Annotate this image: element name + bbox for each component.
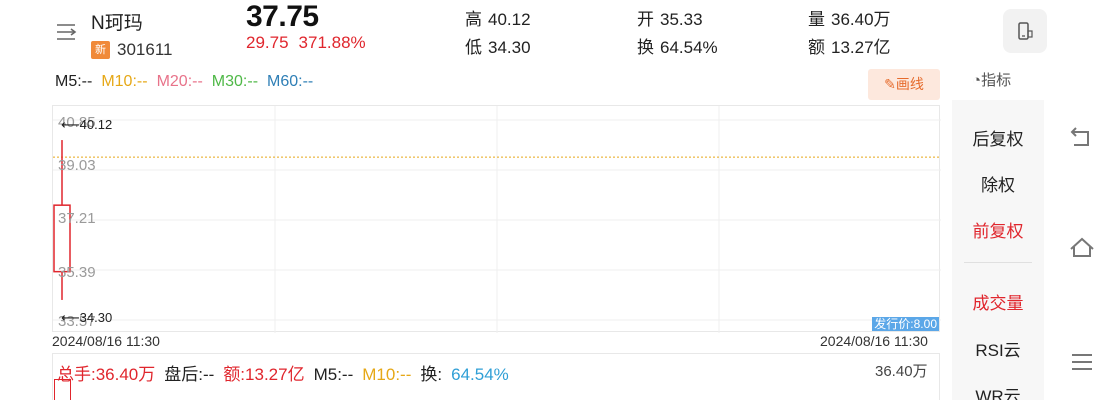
change-amount: 29.75 (246, 33, 289, 52)
volume-turnover-value: 64.54% (451, 365, 509, 384)
stat-value: 34.30 (488, 38, 531, 57)
stat-high: 高 40.12 (465, 5, 531, 30)
change-percent: 371.88% (298, 33, 366, 52)
volume-amount: 额:13.27亿 (223, 365, 305, 384)
chart-options-sidebar: 后复权 除权 前复权 成交量 RSI云 WR云 (952, 100, 1044, 400)
end-date: 2024/08/16 11:30 (820, 333, 928, 349)
stat-label: 量 (808, 10, 825, 29)
volume-legend: 总手:36.40万 盘后:-- 额:13.27亿 M5:-- M10:-- 换: 64.54… (57, 360, 527, 385)
start-date: 2024/08/16 11:30 (52, 333, 160, 349)
rotate-screen-button[interactable] (1003, 9, 1047, 53)
y-tick: 37.21 (58, 210, 96, 227)
sidebar-item-volume[interactable]: 成交量 (952, 289, 1044, 314)
stat-value: 64.54% (660, 38, 718, 57)
kline-chart[interactable]: 40.85 39.03 37.21 35.39 33.57 ⟵40.12 ⟵34… (52, 105, 941, 333)
stat-label: 换 (637, 38, 654, 57)
after-hours: 盘后:-- (164, 365, 215, 384)
low-price-value: 34.30 (79, 310, 113, 325)
ma-legend: M5:-- M10:-- M20:-- M30:-- M60:-- (55, 73, 322, 91)
y-tick: 39.03 (58, 157, 96, 174)
stat-value: 13.27亿 (831, 38, 891, 57)
gauge-icon: ◔ (972, 72, 982, 89)
ma5-label: M5:-- (55, 73, 93, 90)
recent-apps-icon[interactable] (1068, 348, 1096, 376)
volume-turnover: 换: 64.54% (420, 365, 517, 384)
total-hands: 总手:36.40万 (57, 365, 156, 384)
stat-label: 低 (465, 38, 482, 57)
stat-open: 开 35.33 (637, 5, 703, 30)
high-price-label: ⟵40.12 (61, 117, 113, 132)
sidebar-item-ex-rights[interactable]: 除权 (952, 171, 1044, 196)
quote-header: N珂玛 新 301611 37.75 29.75 371.88% 高 40.12 低… (0, 0, 1060, 64)
indicator-label: 指标 (981, 72, 1012, 89)
stat-volume: 量 36.40万 (808, 5, 891, 30)
stock-code: 301611 (117, 40, 173, 59)
high-price-value: 40.12 (79, 117, 113, 132)
stock-name: N珂玛 (91, 13, 143, 34)
price-change: 29.75 371.88% (246, 33, 366, 53)
stat-value: 36.40万 (831, 10, 891, 29)
ma20-label: M20:-- (156, 73, 203, 90)
pencil-icon: ✎ (884, 76, 896, 92)
stat-label: 开 (637, 10, 654, 29)
draw-line-label: 画线 (895, 76, 924, 92)
ma60-label: M60:-- (267, 73, 314, 90)
stat-low: 低 34.30 (465, 33, 531, 58)
y-tick: 35.39 (58, 264, 96, 281)
kline-canvas (53, 106, 941, 333)
stat-value: 35.33 (660, 10, 703, 29)
sidebar-item-wr[interactable]: WR云 (952, 382, 1044, 400)
stat-label: 额 (808, 38, 825, 57)
ma30-label: M30:-- (211, 73, 259, 90)
volume-ma5: M5:-- (313, 365, 354, 384)
home-icon[interactable] (1068, 234, 1096, 262)
sidebar-item-pre-adjusted[interactable]: 前复权 (952, 217, 1044, 242)
stat-value: 40.12 (488, 10, 531, 29)
volume-ma10: M10:-- (362, 365, 412, 384)
menu-icon[interactable] (55, 20, 79, 44)
low-price-label: ⟵34.30 (61, 310, 113, 325)
sidebar-divider (964, 262, 1032, 263)
draw-line-button[interactable]: ✎画线 (868, 69, 940, 100)
new-badge: 新 (91, 41, 110, 59)
volume-max-label: 36.40万 (875, 363, 928, 380)
volume-turnover-label: 换: (420, 365, 443, 384)
stat-turnover: 换 64.54% (637, 33, 718, 58)
current-price: 37.75 (246, 0, 319, 33)
indicator-button[interactable]: ◔指标 (972, 69, 1011, 90)
sidebar-item-rsi[interactable]: RSI云 (952, 336, 1044, 361)
stat-label: 高 (465, 10, 482, 29)
ma10-label: M10:-- (101, 73, 148, 90)
issue-price-tag: 发行价:8.00 (872, 317, 939, 331)
stat-amount: 额 13.27亿 (808, 33, 891, 58)
sidebar-item-post-adjusted[interactable]: 后复权 (952, 125, 1044, 150)
phone-rotate-icon (1018, 22, 1033, 40)
back-icon[interactable] (1068, 123, 1096, 151)
